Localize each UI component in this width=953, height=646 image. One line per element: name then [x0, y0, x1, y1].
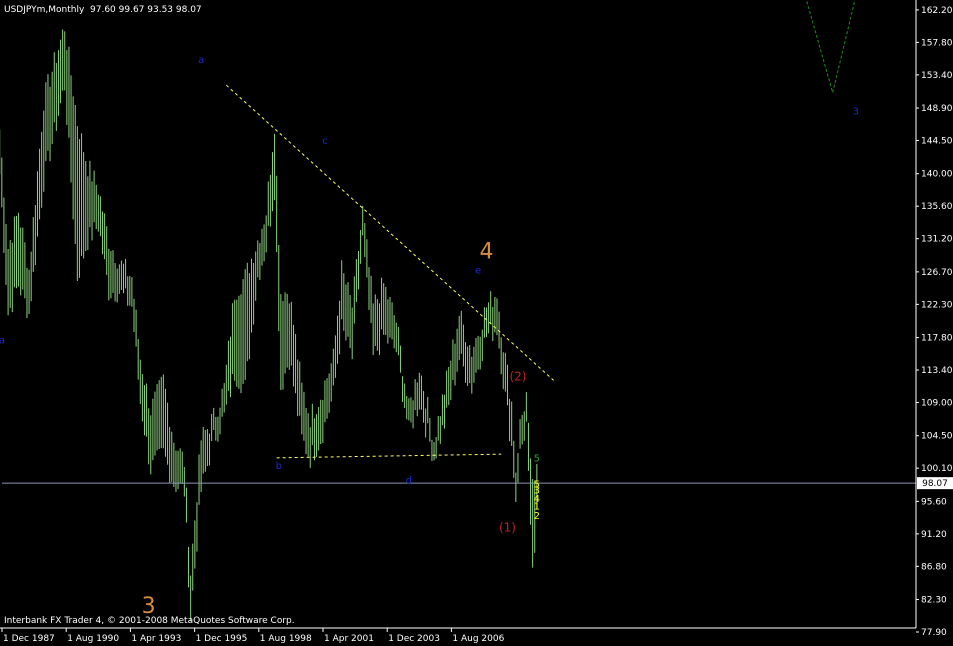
- x-tick-label: 1 Aug 1990: [67, 634, 119, 644]
- y-tick-label: 153.40: [921, 71, 953, 81]
- y-tick-label: 109.00: [921, 398, 953, 408]
- y-tick-label: 148.90: [921, 104, 953, 114]
- x-tick-label: 1 Aug 1998: [260, 634, 312, 644]
- x-tick-label: 1 Aug 2006: [452, 634, 504, 644]
- symbol-label: USDJPYm,Monthly: [4, 5, 85, 15]
- y-tick-label: 100.10: [921, 464, 953, 474]
- copyright-text: Interbank FX Trader 4, © 2001-2008 MetaQ…: [4, 616, 295, 626]
- x-tick-label: 1 Apr 2001: [324, 634, 374, 644]
- wave-label: a: [198, 55, 204, 66]
- chart-background: [0, 0, 953, 646]
- wave-label: 2: [534, 511, 540, 522]
- x-tick-label: 1 Dec 1995: [196, 634, 248, 644]
- y-tick-label: 104.50: [921, 432, 953, 442]
- wave-label: (1): [499, 521, 516, 535]
- y-tick-label: 86.80: [921, 562, 947, 572]
- wave-label: c: [322, 136, 328, 147]
- y-tick-label: 95.60: [921, 497, 947, 507]
- wave-label: (2): [509, 369, 526, 383]
- x-tick-label: 1 Apr 1993: [131, 634, 181, 644]
- y-tick-label: 82.30: [921, 596, 947, 606]
- price-chart[interactable]: aacbde343(2)(1)553412 162.20157.80153.40…: [0, 0, 953, 646]
- wave-label: d: [406, 476, 412, 487]
- y-tick-label: 113.40: [921, 366, 953, 376]
- wave-label: e: [475, 265, 481, 276]
- wave-label: b: [276, 461, 282, 472]
- y-tick-label: 131.20: [921, 235, 953, 245]
- y-tick-label: 162.20: [921, 6, 953, 16]
- y-tick-label: 140.00: [921, 170, 953, 180]
- y-tick-label: 91.20: [921, 530, 947, 540]
- wave-label: 3: [853, 107, 859, 118]
- y-tick-label: 117.80: [921, 334, 953, 344]
- y-tick-label: 144.50: [921, 137, 953, 147]
- y-tick-label: 135.60: [921, 202, 953, 212]
- x-tick-label: 1 Dec 1987: [3, 634, 55, 644]
- y-tick-label: 126.70: [921, 268, 953, 278]
- y-tick-label: 122.30: [921, 300, 953, 310]
- wave-label: 5: [534, 454, 540, 465]
- y-tick-label: 77.90: [921, 628, 947, 638]
- x-tick-label: 1 Dec 2003: [388, 634, 440, 644]
- wave-label: a: [0, 335, 5, 346]
- wave-label: 4: [479, 240, 493, 265]
- current-price-label: 98.07: [922, 479, 948, 489]
- ohlc-values: 97.60 99.67 93.53 98.07: [90, 5, 202, 15]
- y-tick-label: 157.80: [921, 38, 953, 48]
- chart-info: USDJPYm,Monthly 97.60 99.67 93.53 98.07: [4, 5, 202, 15]
